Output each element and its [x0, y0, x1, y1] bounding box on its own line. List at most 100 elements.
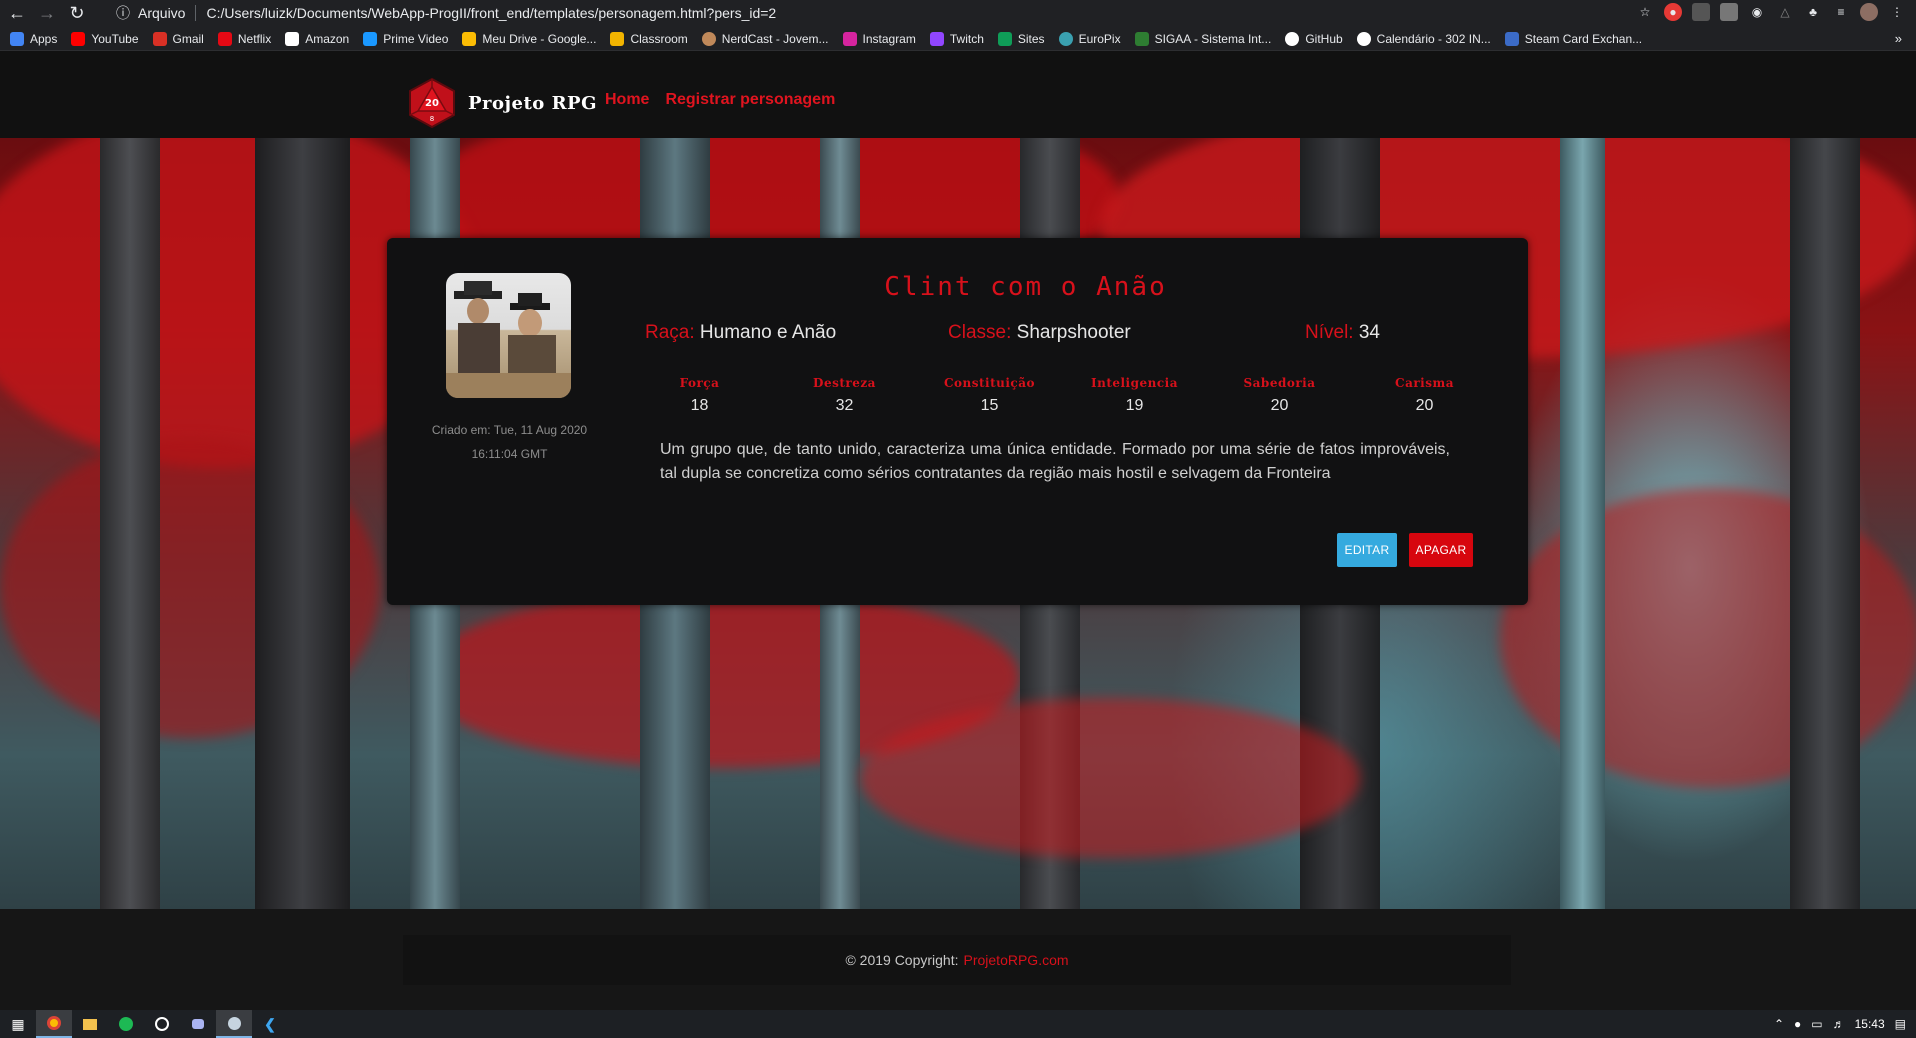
- steam-tray-icon[interactable]: ●: [1794, 1017, 1801, 1031]
- pdf-extension-icon[interactable]: [1692, 3, 1710, 21]
- attribute-value: 20: [1415, 397, 1434, 414]
- reading-list-icon[interactable]: ≡: [1832, 3, 1850, 21]
- forward-icon[interactable]: →: [34, 1, 60, 27]
- address-scheme: Arquivo: [138, 5, 186, 21]
- bookmark-amazon[interactable]: Amazon: [285, 31, 349, 46]
- gmail-icon: [152, 31, 167, 46]
- bookmark-calendario[interactable]: Calendário - 302 IN...: [1356, 31, 1491, 46]
- created-date-line2: 16:11:04 GMT: [471, 447, 548, 461]
- address-bar[interactable]: ⓘ Arquivo C:/Users/luizk/Documents/WebAp…: [108, 1, 1608, 25]
- whatsapp-icon[interactable]: [144, 1010, 180, 1038]
- classroom-icon: [610, 31, 625, 46]
- bookmark-apps[interactable]: Apps: [10, 31, 57, 46]
- bookmark-gmail[interactable]: Gmail: [152, 31, 204, 46]
- character-description: Um grupo que, de tanto unido, caracteriz…: [660, 441, 1450, 482]
- puzzle-icon[interactable]: ♣: [1804, 3, 1822, 21]
- system-tray: ⌃ ● ▭ ♬ 15:43 ▤: [1774, 1010, 1906, 1038]
- more-bookmarks-icon[interactable]: »: [1895, 31, 1902, 46]
- character-card: Criado em: Tue, 11 Aug 2020 16:11:04 GMT…: [387, 238, 1528, 605]
- profile-avatar[interactable]: [1860, 3, 1878, 21]
- brand-name: Projeto RPG: [468, 92, 597, 114]
- sigaa-icon: [1134, 31, 1149, 46]
- vscode-icon[interactable]: ❮: [252, 1010, 288, 1038]
- avatar-photo-icon: [446, 281, 571, 398]
- discord-icon[interactable]: [180, 1010, 216, 1038]
- windows-start-icon[interactable]: ▦: [0, 1010, 36, 1038]
- bookmark-classroom[interactable]: Classroom: [610, 31, 688, 46]
- reload-icon[interactable]: ↻: [64, 1, 90, 27]
- attribute-label: Inteligencia: [1090, 376, 1179, 390]
- bookmark-star-icon[interactable]: ☆: [1636, 3, 1654, 21]
- nav-links: Home Registrar personagem: [605, 91, 835, 109]
- delete-button[interactable]: APAGAR: [1409, 533, 1473, 567]
- bookmark-youtube[interactable]: YouTube: [71, 31, 139, 46]
- notifications-icon[interactable]: ▤: [1895, 1017, 1906, 1031]
- extensions-area: ☆ ● ◉ △ ♣ ≡ ⋮: [1636, 3, 1906, 21]
- brand[interactable]: 20 8 Projeto RPG: [406, 77, 597, 129]
- instagram-icon: [842, 31, 857, 46]
- page: 20 8 Projeto RPG Home Registrar personag…: [0, 51, 1916, 1010]
- taskbar: ▦ ❮ ⌃ ● ▭ ♬ 15:43 ▤: [0, 1010, 1916, 1038]
- apps-grid-icon: [10, 31, 24, 46]
- file-explorer-icon[interactable]: [72, 1010, 108, 1038]
- footer-link[interactable]: ProjetoRPG.com: [964, 952, 1069, 968]
- network-icon[interactable]: ▭: [1811, 1017, 1822, 1031]
- adblock-icon[interactable]: ●: [1664, 3, 1682, 21]
- nav-link-home[interactable]: Home: [605, 91, 649, 109]
- attribute-label: Constituição: [943, 376, 1036, 390]
- chrome-taskbar-icon[interactable]: [36, 1010, 72, 1038]
- created-date: Criado em: Tue, 11 Aug 2020 16:11:04 GMT: [407, 418, 612, 466]
- attribute-value: 15: [980, 397, 999, 414]
- globe-icon: [1356, 31, 1371, 46]
- attribute-label: Destreza: [813, 376, 876, 390]
- site-navbar: 20 8 Projeto RPG Home Registrar personag…: [0, 51, 1916, 138]
- steam-card-icon: [1504, 31, 1519, 46]
- attribute-inteligencia: Inteligencia 19: [1062, 376, 1207, 415]
- bookmark-europix[interactable]: EuroPix: [1058, 31, 1121, 46]
- attribute-value: 19: [1125, 397, 1144, 414]
- nerdcast-icon: [701, 31, 716, 46]
- bookmark-netflix[interactable]: Netflix: [217, 31, 271, 46]
- level-label: Nível:: [1305, 322, 1354, 343]
- sites-icon: [997, 31, 1012, 46]
- bookmark-prime-video[interactable]: Prime Video: [363, 31, 448, 46]
- attribute-label: Sabedoria: [1243, 376, 1316, 390]
- character-avatar: [446, 273, 571, 398]
- spotify-icon[interactable]: [108, 1010, 144, 1038]
- color-extension-icon[interactable]: △: [1776, 3, 1794, 21]
- bookmark-twitch[interactable]: Twitch: [929, 31, 984, 46]
- attribute-carisma: Carisma 20: [1352, 376, 1497, 415]
- bookmark-steam-card[interactable]: Steam Card Exchan...: [1504, 31, 1642, 46]
- extension-icon[interactable]: [1720, 3, 1738, 21]
- class-info: Classe: Sharpshooter: [948, 322, 1131, 344]
- bookmark-github[interactable]: GitHub: [1285, 31, 1343, 46]
- edit-button[interactable]: EDITAR: [1337, 533, 1397, 567]
- attribute-value: 32: [835, 397, 854, 414]
- prime-video-icon: [363, 31, 378, 46]
- volume-icon[interactable]: ♬: [1833, 1017, 1845, 1031]
- clock[interactable]: 15:43: [1855, 1017, 1885, 1031]
- attribute-label: Força: [679, 376, 720, 390]
- d20-logo-icon: 20 8: [409, 77, 455, 129]
- race-label: Raça:: [645, 322, 695, 343]
- tray-chevron-icon[interactable]: ⌃: [1774, 1017, 1784, 1031]
- netflix-icon: [217, 31, 232, 46]
- browser-toolbar: ← → ↻ ⓘ Arquivo C:/Users/luizk/Documents…: [0, 0, 1916, 27]
- bookmark-sigaa[interactable]: SIGAA - Sistema Int...: [1134, 31, 1271, 46]
- reader-extension-icon[interactable]: ◉: [1748, 3, 1766, 21]
- youtube-icon: [71, 31, 86, 46]
- nav-link-registrar-personagem[interactable]: Registrar personagem: [665, 91, 835, 109]
- attribute-value: 18: [690, 397, 709, 414]
- bookmark-sites[interactable]: Sites: [997, 31, 1045, 46]
- drive-icon: [462, 31, 477, 46]
- menu-icon[interactable]: ⋮: [1888, 3, 1906, 21]
- bookmark-instagram[interactable]: Instagram: [842, 31, 916, 46]
- d20-small-number: 8: [430, 115, 434, 123]
- back-icon[interactable]: ←: [4, 1, 30, 27]
- steam-taskbar-icon[interactable]: [216, 1010, 252, 1038]
- bookmark-nerdcast[interactable]: NerdCast - Jovem...: [701, 31, 829, 46]
- info-icon[interactable]: ⓘ: [116, 3, 130, 23]
- attribute-forca: Força 18: [627, 376, 772, 415]
- bookmark-drive[interactable]: Meu Drive - Google...: [462, 31, 596, 46]
- address-url[interactable]: C:/Users/luizk/Documents/WebApp-ProgII/f…: [206, 5, 776, 21]
